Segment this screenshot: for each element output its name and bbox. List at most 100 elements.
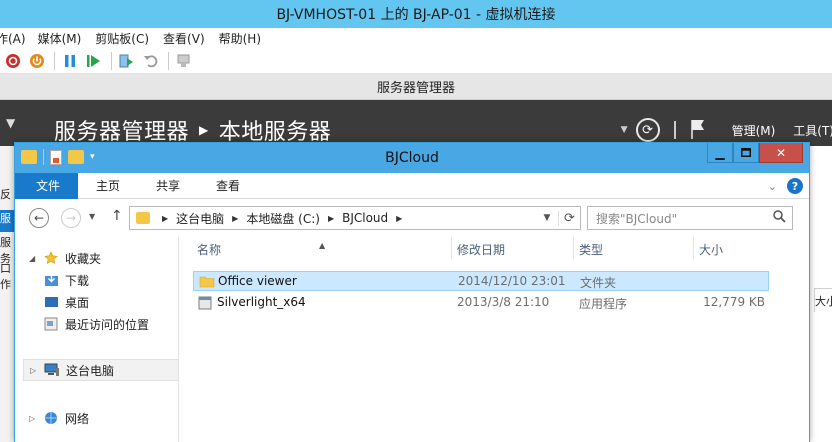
nav-label: 这台电脑 [66, 363, 115, 378]
expand-icon[interactable]: ▷ [30, 366, 42, 375]
vm-menubar: 作(A) 媒体(M) 剪贴板(C) 查看(V) 帮助(H) [0, 28, 832, 48]
column-name[interactable]: 名称 [197, 241, 221, 258]
nav-network[interactable]: ▷ 网络 [21, 407, 177, 429]
menu-clipboard[interactable]: 剪贴板(C) [95, 30, 149, 47]
chevron-right-icon[interactable]: ▶ [396, 214, 402, 223]
nav-favorites[interactable]: ◢ 收藏夹 [21, 247, 177, 269]
file-date: 2014/12/10 23:01 [458, 274, 566, 288]
close-button[interactable]: ✕ [759, 143, 803, 163]
server-manager-actions: ▼ ⟳ 管理(M) 工具(T) [621, 116, 832, 144]
explorer-titlebar[interactable]: ▾ BJCloud ▁ ✕ [15, 143, 809, 173]
nav-recent[interactable]: 最近访问的位置 [21, 313, 177, 335]
menu-action[interactable]: 作(A) [0, 30, 26, 47]
folder-icon [199, 275, 215, 291]
expand-icon[interactable]: ▷ [29, 414, 41, 423]
column-size[interactable]: 大小 [699, 241, 723, 258]
collapse-icon[interactable]: ◢ [29, 254, 41, 263]
header-divider [673, 121, 676, 139]
tab-file[interactable]: 文件 [15, 172, 79, 199]
maximize-button[interactable] [733, 143, 759, 163]
file-date: 2013/3/8 21:10 [457, 295, 550, 309]
revert-icon[interactable] [142, 52, 160, 70]
address-segment-drive[interactable]: 本地磁盘 (C:) [246, 210, 320, 227]
content-fragment: 大小 [814, 288, 832, 312]
expand-ribbon-icon[interactable]: ⌄ [768, 180, 777, 193]
column-divider[interactable] [693, 237, 694, 259]
refresh-icon[interactable]: ⟳ [635, 118, 660, 142]
menu-media[interactable]: 媒体(M) [38, 30, 82, 47]
toolbar-separator [111, 51, 112, 70]
tab-view[interactable]: 查看 [198, 173, 258, 199]
flag-icon[interactable] [690, 119, 706, 142]
address-history-icon[interactable]: ▼ [536, 213, 558, 223]
desktop-icon [43, 295, 59, 309]
column-type[interactable]: 类型 [579, 241, 603, 258]
file-row-office-viewer[interactable]: Office viewer 2014/12/10 23:01 文件夹 [193, 271, 769, 291]
shut-down-icon[interactable] [28, 52, 46, 70]
address-row: ← → ▼ ↑ ▶ 这台电脑 ▶ 本地磁盘 (C:) ▶ BJCloud ▶ ▼… [15, 199, 809, 237]
search-icon[interactable] [773, 210, 786, 227]
new-folder-icon[interactable] [68, 150, 84, 164]
back-icon[interactable]: ▼ [6, 116, 15, 130]
address-segment-folder[interactable]: BJCloud [342, 211, 388, 225]
sort-ascending-icon: ▲ [319, 241, 326, 250]
refresh-icon[interactable]: ⟳ [558, 210, 580, 226]
nav-label: 桌面 [65, 295, 90, 310]
manage-menu[interactable]: 管理(M) [732, 122, 776, 139]
properties-icon[interactable] [50, 149, 62, 165]
server-manager-header: ▼ 服务器管理器 ▶ 本地服务器 ▼ ⟳ 管理(M) 工具(T) [0, 100, 832, 146]
nav-label: 网络 [65, 411, 90, 426]
back-button[interactable]: ← [29, 208, 49, 228]
toolbar-separator [54, 51, 55, 70]
window-controls: ▁ ✕ [707, 143, 803, 163]
chevron-down-icon[interactable]: ▼ [621, 125, 628, 135]
explorer-title: BJCloud [385, 150, 439, 166]
recent-locations-icon[interactable]: ▼ [89, 212, 95, 221]
search-input[interactable]: 搜索"BJCloud" [587, 206, 793, 230]
column-divider[interactable] [573, 237, 574, 259]
ribbon-right: ⌄ ? [768, 178, 803, 194]
column-date[interactable]: 修改日期 [457, 241, 505, 258]
help-icon[interactable]: ? [787, 178, 803, 194]
start-icon[interactable] [85, 52, 103, 70]
toolbar-separator [168, 51, 169, 70]
vm-toolbar [0, 48, 832, 74]
forward-button[interactable]: → [61, 208, 81, 228]
file-row-silverlight[interactable]: Silverlight_x64 2013/3/8 21:10 应用程序 12,7… [193, 293, 769, 313]
turn-off-icon[interactable] [4, 52, 22, 70]
enhanced-session-icon[interactable] [175, 52, 193, 70]
nav-desktop[interactable]: 桌面 [21, 291, 177, 313]
minimize-button[interactable]: ▁ [707, 143, 733, 163]
navigation-pane: ◢ 收藏夹 下载 桌面 最近访问的位置 ▷ 这台电脑 ▷ 网络 [21, 237, 179, 442]
folder-icon [136, 212, 150, 224]
chevron-right-icon[interactable]: ▶ [328, 214, 334, 223]
chevron-right-icon[interactable]: ▶ [232, 214, 238, 223]
chevron-right-icon: ▶ [199, 123, 209, 137]
qat-separator [43, 149, 44, 165]
checkpoint-icon[interactable] [118, 52, 136, 70]
file-explorer-window: ▾ BJCloud ▁ ✕ 文件 主页 共享 查看 ⌄ ? ← → ▼ ↑ ▶ … [14, 142, 810, 442]
chevron-right-icon[interactable]: ▶ [162, 214, 168, 223]
address-bar[interactable]: ▶ 这台电脑 ▶ 本地磁盘 (C:) ▶ BJCloud ▶ ▼ ⟳ [129, 206, 581, 230]
file-type: 文件夹 [580, 276, 617, 290]
nav-this-pc[interactable]: ▷ 这台电脑 [23, 359, 179, 381]
tab-home[interactable]: 主页 [78, 173, 138, 199]
customize-qat-icon[interactable]: ▾ [90, 152, 95, 162]
star-icon [43, 251, 59, 265]
search-placeholder: 搜索"BJCloud" [596, 211, 678, 226]
ribbon: 文件 主页 共享 查看 ⌄ ? [15, 172, 809, 199]
address-segment-this-pc[interactable]: 这台电脑 [176, 210, 224, 227]
nav-downloads[interactable]: 下载 [21, 269, 177, 291]
address-actions: ▼ ⟳ [536, 207, 580, 229]
tools-menu[interactable]: 工具(T) [793, 122, 832, 139]
column-header: ▲ 名称 修改日期 类型 大小 [181, 237, 801, 259]
menu-help[interactable]: 帮助(H) [219, 30, 261, 47]
nav-label: 最近访问的位置 [65, 317, 150, 332]
pause-icon[interactable] [61, 52, 79, 70]
tab-share[interactable]: 共享 [138, 173, 198, 199]
file-type: 应用程序 [579, 297, 628, 311]
menu-view[interactable]: 查看(V) [163, 30, 205, 47]
nav-label: 下载 [65, 273, 90, 288]
up-icon[interactable]: ↑ [111, 208, 123, 224]
column-divider[interactable] [451, 237, 452, 259]
